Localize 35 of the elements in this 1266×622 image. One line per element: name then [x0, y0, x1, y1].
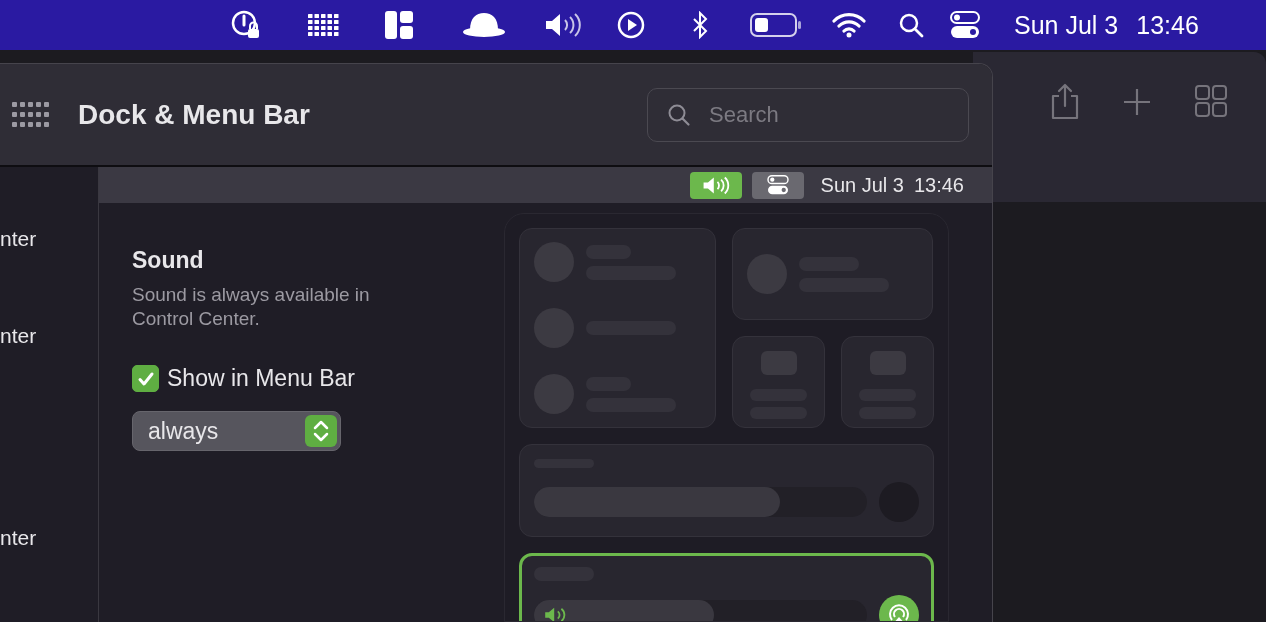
speaker-icon: [544, 606, 568, 621]
section-title: Sound: [132, 247, 204, 274]
sidebar-item[interactable]: nter: [0, 226, 37, 324]
layout-icon[interactable]: [384, 10, 414, 40]
privacy-lock-icon[interactable]: [230, 9, 262, 41]
section-description: Sound is always available in Control Center.: [132, 283, 371, 331]
play-icon[interactable]: [617, 11, 645, 39]
search-icon[interactable]: [898, 12, 924, 38]
grid-view-icon[interactable]: [1195, 85, 1227, 117]
add-icon[interactable]: [1123, 88, 1151, 116]
volume-icon[interactable]: [544, 12, 582, 38]
sidebar-item[interactable]: nter: [0, 323, 37, 421]
window-title: Dock & Menu Bar: [78, 98, 310, 131]
stepper-icon: [305, 415, 337, 447]
volume-icon: [701, 175, 730, 195]
menu-bar-date[interactable]: Sun Jul 3: [1014, 10, 1119, 40]
sidebar-item[interactable]: nter: [0, 524, 37, 622]
preview-date: Sun Jul 3: [820, 173, 904, 197]
bowler-hat-icon[interactable]: [462, 12, 506, 38]
popup-menu[interactable]: always: [132, 411, 341, 451]
control-center-pill[interactable]: [751, 171, 804, 199]
battery-icon[interactable]: [750, 13, 802, 37]
checkbox-label[interactable]: Show in Menu Bar: [167, 365, 355, 392]
app-grid-icon[interactable]: [11, 100, 49, 129]
preview-time: 13:46: [913, 173, 964, 197]
control-center-icon[interactable]: [950, 11, 980, 39]
checkbox[interactable]: [132, 365, 159, 392]
bluetooth-icon[interactable]: [691, 11, 709, 39]
search-field[interactable]: Search: [647, 87, 969, 142]
toggle-icon: [766, 175, 789, 195]
wifi-icon[interactable]: [832, 12, 866, 38]
share-icon[interactable]: [1049, 82, 1081, 120]
grid-icon[interactable]: [307, 13, 339, 37]
menu-bar-time[interactable]: 13:46: [1136, 10, 1199, 40]
volume-pill[interactable]: [689, 171, 742, 199]
